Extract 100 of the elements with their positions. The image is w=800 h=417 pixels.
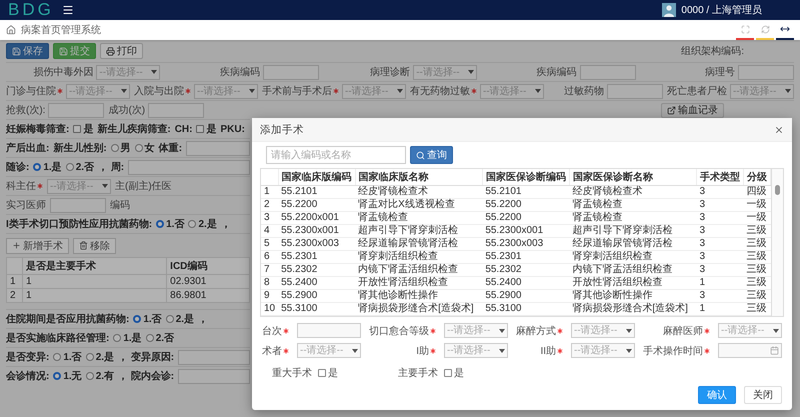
table-cell: 02.9301 [166,274,250,288]
caret-icon [499,348,505,352]
radio-button[interactable] [166,315,174,323]
form-text: 编码 [110,198,130,212]
date-field[interactable] [718,343,782,358]
table-cell: 1 [696,276,744,290]
radio-button[interactable] [66,163,74,171]
required-icon [283,348,289,354]
form-text: 会诊情况: [6,370,50,383]
dialog-title: 添加手术 [260,122,304,136]
checkbox[interactable] [196,125,204,133]
radio-button[interactable] [133,315,142,323]
column-header: 国家医保诊断名称 [569,169,696,186]
table-cell: 55.2302 [482,264,570,276]
dialog-button[interactable]: 关闭 [744,386,782,404]
row-number: 3 [261,212,278,224]
radio-button[interactable] [113,334,122,342]
table-cell: 经皮肾镜检查术 [355,186,482,198]
table-cell: 55.2301 [278,250,356,264]
checkbox[interactable] [318,369,326,377]
refresh-icon [760,24,770,34]
table-cell: 肾盂对比X线透视检查 [355,198,482,212]
table-cell: 1 [22,274,167,288]
radio-button[interactable] [146,334,154,342]
table-cell: 55.2101 [278,186,356,198]
home-icon[interactable] [6,25,16,35]
field-label: 成功(次) [108,104,146,117]
user-name[interactable]: 0000 / 上海管理员 [681,3,762,17]
text-field[interactable] [48,102,104,118]
search-button[interactable]: 查询 [410,146,453,164]
table-cell: 肾其他诊断性操作 [569,290,696,302]
table-cell: 55.2300x003 [482,238,570,250]
caret-icon [535,89,541,93]
radio-button[interactable] [86,372,94,380]
text-field[interactable] [128,160,250,174]
table-cell: 55.3100 [278,302,356,316]
trash-icon [79,241,88,250]
search-icon [416,150,425,160]
radio-button[interactable] [188,220,196,228]
toolbar-button[interactable]: 打印 [100,43,143,59]
save-icon [12,46,21,56]
table-cell: 55.2300x001 [482,224,570,238]
radio-button[interactable] [110,144,119,152]
close-button[interactable] [774,124,784,134]
table-cell: 55.2400 [278,276,356,290]
column-header: 国家临床版编码 [278,169,356,186]
text-field[interactable] [262,64,319,80]
required-icon [471,88,477,94]
scrollbar[interactable] [771,169,783,316]
required-icon [37,183,43,189]
text-field[interactable] [738,64,794,80]
select-field[interactable]: --请选择-- [571,323,635,338]
select-field[interactable]: --请选择-- [444,343,508,358]
option-label: 是 [206,122,216,136]
table-cell: 肾病损袋形缝合术[造袋术] [569,302,696,316]
required-icon [704,348,710,354]
text-field[interactable] [186,140,250,156]
transfusion-record-button[interactable]: 输血记录 [661,102,724,118]
option-label: 男 [120,142,131,155]
field-label: 病理号 [705,66,736,79]
table-cell: 55.2300x003 [278,238,356,250]
menu-icon[interactable] [62,4,74,16]
option-label: 2.有 [96,370,114,383]
field-label: I助 [416,344,429,358]
text-field[interactable] [178,350,250,364]
option-label: 1.否 [63,351,82,364]
text-field[interactable] [178,368,250,384]
select-field[interactable]: --请选择-- [571,343,635,358]
form-text: CH: [174,124,192,134]
text-field[interactable] [50,198,106,212]
dialog-button[interactable]: 确认 [698,386,736,404]
table-cell: 55.2101 [482,186,570,198]
radio-button[interactable] [156,220,164,228]
select-field[interactable]: --请选择-- [297,343,361,358]
text-field[interactable] [607,84,663,98]
caret-icon [102,184,108,188]
checkbox[interactable] [73,125,82,133]
radio-button[interactable] [134,144,143,152]
text-field[interactable] [148,102,204,118]
search-field[interactable]: 请输入编码或名称 [266,146,406,164]
radio-button[interactable] [53,353,62,361]
radio-button[interactable] [53,372,62,380]
table-cell: 3 [696,212,744,224]
form-text: PKU: [220,124,245,134]
action-button[interactable]: 移除 [73,238,116,254]
form-text: ， [220,218,231,231]
radio-button[interactable] [33,163,42,171]
toolbar-button[interactable]: 保存 [6,43,49,59]
select-field[interactable]: --请选择-- [444,323,508,338]
required-icon [333,88,339,94]
field-label: 病理诊断 [370,66,410,79]
horizontal-arrows-icon [780,24,790,34]
checkbox[interactable] [444,369,452,377]
action-button[interactable]: 新增手术 [6,238,69,254]
radio-button[interactable] [86,353,94,361]
option-label: 是 [454,367,464,380]
row-number: 6 [261,250,278,264]
text-field[interactable] [297,323,361,338]
text-field[interactable] [580,64,636,80]
select-field[interactable]: --请选择-- [718,323,782,338]
